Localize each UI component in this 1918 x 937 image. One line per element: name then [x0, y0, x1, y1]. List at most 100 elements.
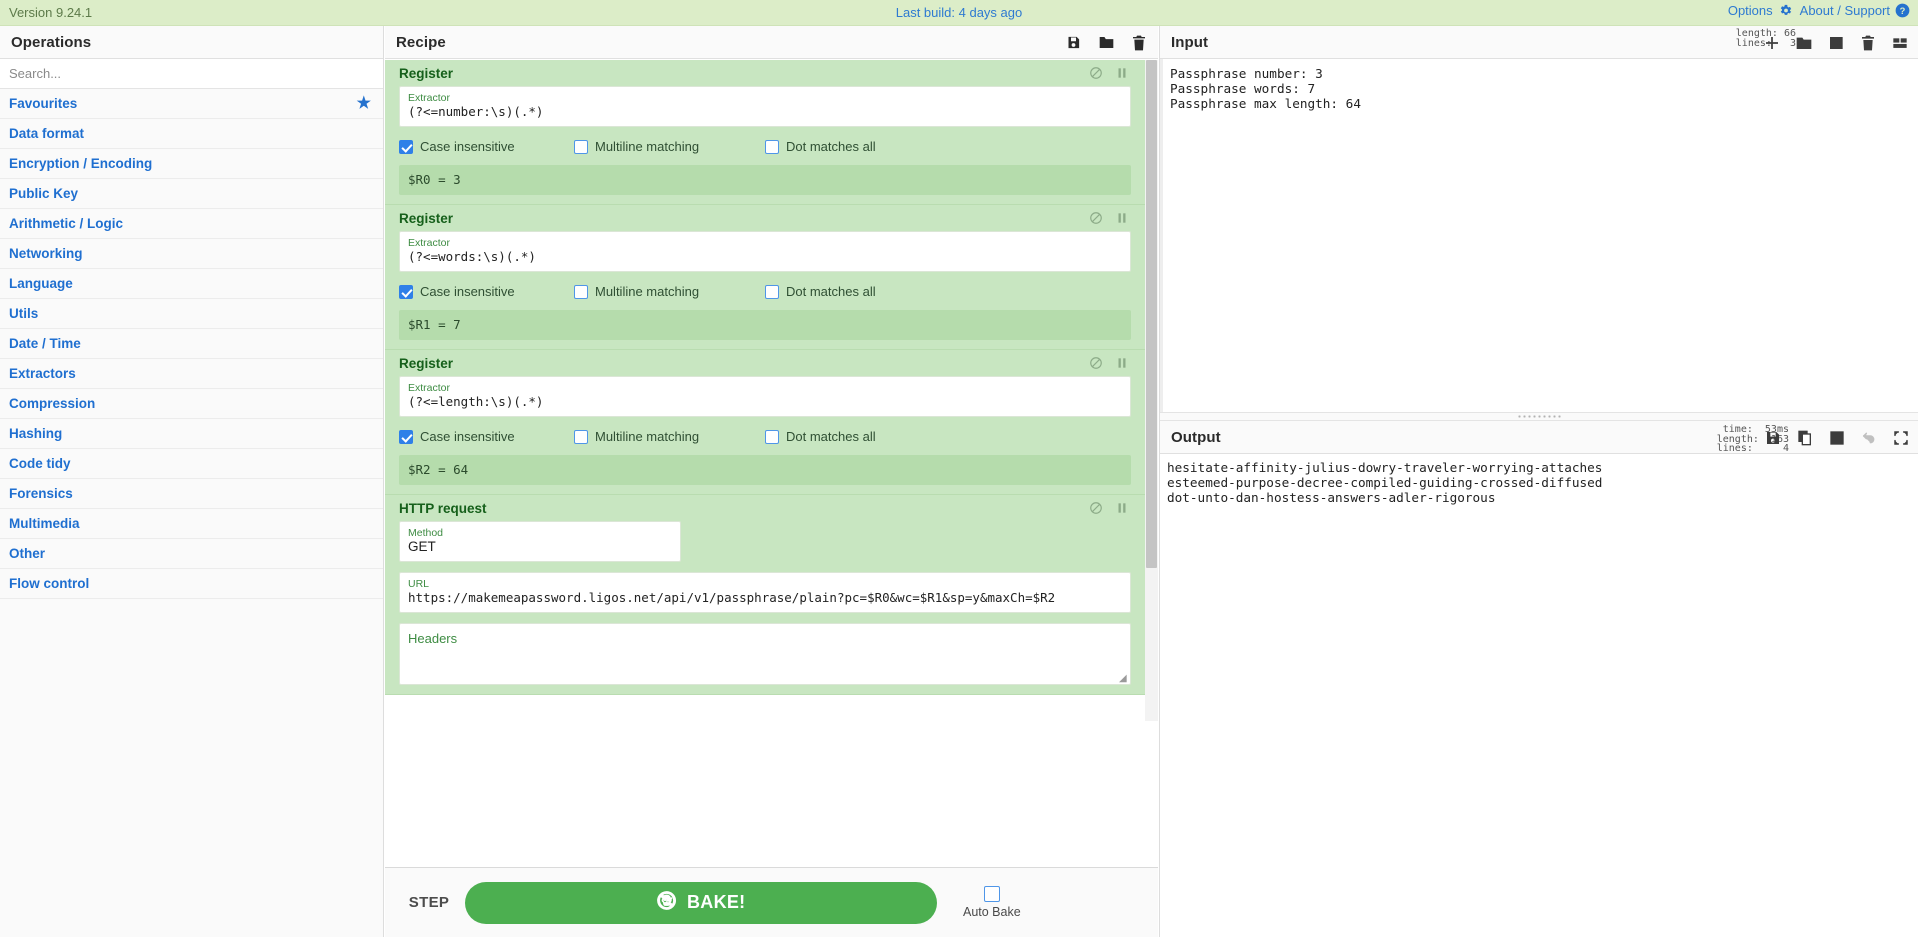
disable-icon[interactable] — [1089, 501, 1103, 515]
http-headers-field[interactable]: Headers ◢ — [399, 623, 1131, 685]
sidebar-item-extractors[interactable]: Extractors — [0, 359, 383, 389]
breakpoint-pause-icon[interactable] — [1115, 501, 1129, 515]
sidebar-item-multimedia[interactable]: Multimedia — [0, 509, 383, 539]
tab-layout-icon[interactable] — [1892, 35, 1908, 51]
case-insensitive-checkbox[interactable]: Case insensitive — [399, 284, 574, 299]
copy-output-icon[interactable] — [1797, 430, 1813, 446]
dot-matches-all-checkbox[interactable]: Dot matches all — [765, 284, 876, 299]
options-label: Options — [1727, 3, 1773, 18]
sidebar-item-arithmetic-logic[interactable]: Arithmetic / Logic — [0, 209, 383, 239]
recipe-toolbar — [1066, 26, 1146, 59]
breakpoint-pause-icon[interactable] — [1115, 66, 1129, 80]
disable-icon[interactable] — [1089, 356, 1103, 370]
recipe-scrollbar[interactable] — [1145, 60, 1158, 721]
register-output: $R2 = 64 — [399, 455, 1131, 485]
category-label: Code tidy — [9, 456, 71, 471]
recipe-panel: Recipe Register Extractor (?<=number:\s)… — [385, 26, 1158, 937]
breakpoint-pause-icon[interactable] — [1115, 211, 1129, 225]
category-label: Date / Time — [9, 336, 81, 351]
auto-bake-label: Auto Bake — [963, 905, 1021, 919]
output-textarea[interactable]: hesitate-affinity-julius-dowry-traveler-… — [1160, 454, 1918, 937]
extractor-field[interactable]: Extractor (?<=words:\s)(.*) — [399, 231, 1131, 272]
operation-title: HTTP request — [399, 500, 487, 516]
recipe-operation-http-request[interactable]: HTTP request Method GET URL https://make… — [385, 495, 1145, 695]
clear-input-trash-icon[interactable] — [1860, 35, 1876, 51]
load-recipe-folder-icon[interactable] — [1098, 35, 1115, 50]
import-input-icon[interactable] — [1828, 35, 1844, 51]
http-url-field[interactable]: URL https://makemeapassword.ligos.net/ap… — [399, 572, 1131, 613]
operation-header: Register — [385, 60, 1145, 86]
search-input[interactable] — [0, 59, 383, 88]
about-support-link[interactable]: About / Support ? — [1800, 3, 1910, 18]
step-button[interactable]: STEP — [398, 894, 460, 911]
extractor-value: (?<=length:\s)(.*) — [408, 394, 544, 409]
sidebar-item-utils[interactable]: Utils — [0, 299, 383, 329]
auto-bake-toggle[interactable]: Auto Bake — [963, 886, 1021, 919]
category-label: Arithmetic / Logic — [9, 216, 124, 231]
sidebar-item-favourites[interactable]: Favourites ★ — [0, 89, 383, 119]
sidebar-item-code-tidy[interactable]: Code tidy — [0, 449, 383, 479]
question-circle-icon: ? — [1895, 3, 1910, 18]
extractor-field[interactable]: Extractor (?<=length:\s)(.*) — [399, 376, 1131, 417]
cyberchef-app: Version 9.24.1 Last build: 4 days ago Op… — [0, 0, 1918, 937]
save-recipe-icon[interactable] — [1066, 35, 1081, 50]
breakpoint-pause-icon[interactable] — [1115, 356, 1129, 370]
sidebar-item-forensics[interactable]: Forensics — [0, 479, 383, 509]
sidebar-item-networking[interactable]: Networking — [0, 239, 383, 269]
io-splitter[interactable] — [1160, 412, 1918, 421]
sidebar-item-other[interactable]: Other — [0, 539, 383, 569]
multiline-matching-checkbox[interactable]: Multiline matching — [574, 429, 765, 444]
banner-links: Options About / Support ? — [1728, 3, 1910, 18]
recipe-operation-register-1[interactable]: Register Extractor (?<=words:\s)(.*) Cas… — [385, 205, 1145, 350]
auto-bake-checkbox — [983, 886, 1000, 902]
register-output: $R1 = 7 — [399, 310, 1131, 340]
operations-search — [0, 59, 383, 89]
undo-icon[interactable] — [1861, 430, 1877, 446]
add-input-tab-icon[interactable] — [1764, 35, 1780, 51]
open-folder-icon[interactable] — [1796, 35, 1812, 51]
options-link[interactable]: Options — [1728, 3, 1793, 18]
recipe-operation-register-0[interactable]: Register Extractor (?<=number:\s)(.*) Ca… — [385, 60, 1145, 205]
operations-title: Operations — [11, 33, 92, 51]
clear-recipe-trash-icon[interactable] — [1132, 35, 1146, 51]
extractor-field[interactable]: Extractor (?<=number:\s)(.*) — [399, 86, 1131, 127]
recipe-operation-register-2[interactable]: Register Extractor (?<=length:\s)(.*) Ca… — [385, 350, 1145, 495]
checkbox-label: Dot matches all — [786, 139, 876, 154]
chef-icon: 🕲 — [656, 890, 677, 912]
sidebar-item-language[interactable]: Language — [0, 269, 383, 299]
dot-matches-all-checkbox[interactable]: Dot matches all — [765, 429, 876, 444]
category-label: Language — [9, 276, 73, 291]
operation-controls — [1089, 66, 1129, 80]
recipe-scrollbar-thumb[interactable] — [1146, 60, 1157, 568]
replace-input-icon[interactable] — [1829, 430, 1845, 446]
maximise-output-icon[interactable] — [1893, 430, 1909, 446]
dot-matches-all-checkbox[interactable]: Dot matches all — [765, 139, 876, 154]
disable-icon[interactable] — [1089, 211, 1103, 225]
operation-header: Register — [385, 205, 1145, 231]
checkbox-label: Multiline matching — [595, 139, 700, 154]
sidebar-item-encryption-encoding[interactable]: Encryption / Encoding — [0, 149, 383, 179]
sidebar-item-hashing[interactable]: Hashing — [0, 419, 383, 449]
multiline-matching-checkbox[interactable]: Multiline matching — [574, 139, 765, 154]
regex-flags-row: Case insensitive Multiline matching Dot … — [399, 139, 1131, 154]
input-textarea[interactable]: Passphrase number: 3 Passphrase words: 7… — [1160, 59, 1918, 412]
sidebar-item-public-key[interactable]: Public Key — [0, 179, 383, 209]
category-list: Favourites ★ Data format Encryption / En… — [0, 89, 383, 599]
checkbox-label: Dot matches all — [786, 429, 876, 444]
save-output-icon[interactable] — [1765, 430, 1781, 446]
last-build-link[interactable]: Last build: 4 days ago — [0, 5, 1918, 20]
bake-button[interactable]: 🕲 BAKE! — [465, 881, 937, 924]
checkbox-box — [399, 139, 413, 154]
category-label: Networking — [9, 246, 83, 261]
http-method-field[interactable]: Method GET — [399, 521, 681, 562]
sidebar-item-date-time[interactable]: Date / Time — [0, 329, 383, 359]
resize-grip-icon[interactable]: ◢ — [1119, 674, 1128, 684]
input-toolbar — [1764, 26, 1908, 59]
multiline-matching-checkbox[interactable]: Multiline matching — [574, 284, 765, 299]
sidebar-item-compression[interactable]: Compression — [0, 389, 383, 419]
case-insensitive-checkbox[interactable]: Case insensitive — [399, 429, 574, 444]
sidebar-item-flow-control[interactable]: Flow control — [0, 569, 383, 599]
disable-icon[interactable] — [1089, 66, 1103, 80]
sidebar-item-data-format[interactable]: Data format — [0, 119, 383, 149]
case-insensitive-checkbox[interactable]: Case insensitive — [399, 139, 574, 154]
